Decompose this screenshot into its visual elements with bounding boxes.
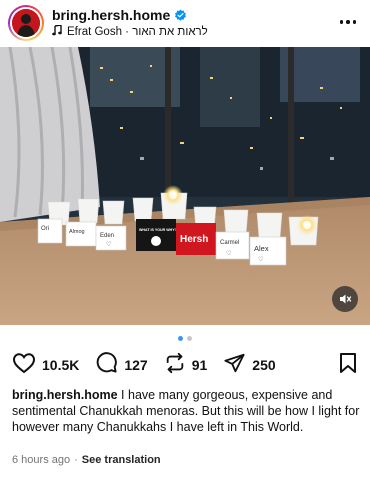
story-ring[interactable] <box>8 5 44 41</box>
verified-badge-icon <box>174 9 187 22</box>
audio-attribution[interactable]: Efrat Gosh · לראות את האור <box>52 24 208 39</box>
card-almog-label: Almog <box>69 229 85 235</box>
share-count[interactable]: 250 <box>252 357 275 373</box>
book-title: WHAT IS YOUR WHY? <box>139 228 177 232</box>
username[interactable]: bring.hersh.home <box>52 7 187 23</box>
card-ori-label: Ori <box>41 226 49 232</box>
audio-label[interactable]: Efrat Gosh · לראות את האור <box>67 26 208 38</box>
send-icon[interactable] <box>223 352 246 379</box>
share-button[interactable]: 250 <box>223 352 276 379</box>
music-note-icon <box>52 24 62 39</box>
meta-separator: · <box>74 454 78 466</box>
carousel-indicator <box>0 336 370 341</box>
book-card: WHAT IS YOUR WHY? <box>136 219 177 251</box>
comment-count[interactable]: 127 <box>124 357 147 373</box>
action-bar: 10.5K 127 91 250 <box>12 351 358 379</box>
card-alex: Alex ♡ <box>249 236 287 266</box>
card-almog: Almog <box>65 221 97 247</box>
carousel-dot <box>187 336 192 341</box>
svg-text:♡: ♡ <box>258 256 263 263</box>
card-ori: Ori <box>37 218 63 244</box>
post-meta: 6 hours ago · See translation <box>12 454 161 466</box>
card-alex-label: Alex <box>254 244 269 253</box>
heart-icon[interactable] <box>12 352 36 379</box>
caption-username[interactable]: bring.hersh.home <box>12 388 118 402</box>
svg-text:♡: ♡ <box>106 241 111 248</box>
card-hersh: Hersh <box>176 223 216 255</box>
repost-count[interactable]: 91 <box>192 357 208 373</box>
comment-button[interactable]: 127 <box>95 351 148 379</box>
post-image[interactable]: Ori Almog Eden ♡ WHAT IS YOUR WHY? Hersh… <box>0 47 370 325</box>
like-button[interactable]: 10.5K <box>12 352 79 379</box>
mute-toggle-button[interactable] <box>332 286 358 312</box>
carousel-dot-active <box>178 336 183 341</box>
see-translation-link[interactable]: See translation <box>82 454 161 466</box>
username-text[interactable]: bring.hersh.home <box>52 7 170 23</box>
post-caption: bring.hersh.home I have many gorgeous, e… <box>12 387 360 435</box>
repost-button[interactable]: 91 <box>164 352 208 379</box>
post-timestamp: 6 hours ago <box>12 454 71 466</box>
card-carmel: Carmel ♡ <box>215 231 250 260</box>
card-eden-label: Eden <box>100 233 114 239</box>
bookmark-icon[interactable] <box>338 352 358 378</box>
save-button[interactable] <box>338 352 358 379</box>
avatar[interactable] <box>12 9 40 37</box>
like-count[interactable]: 10.5K <box>42 357 79 373</box>
card-eden: Eden ♡ <box>95 225 127 251</box>
muted-speaker-icon <box>338 292 352 306</box>
repost-icon[interactable] <box>164 352 186 379</box>
card-carmel-label: Carmel <box>220 240 239 246</box>
svg-text:♡: ♡ <box>226 250 231 257</box>
comment-bubble-icon[interactable] <box>95 351 118 379</box>
post-header: bring.hersh.home Efrat Gosh · לראות את ה… <box>0 0 370 46</box>
card-hersh-label: Hersh <box>180 234 208 245</box>
more-options-button[interactable] <box>336 12 360 32</box>
